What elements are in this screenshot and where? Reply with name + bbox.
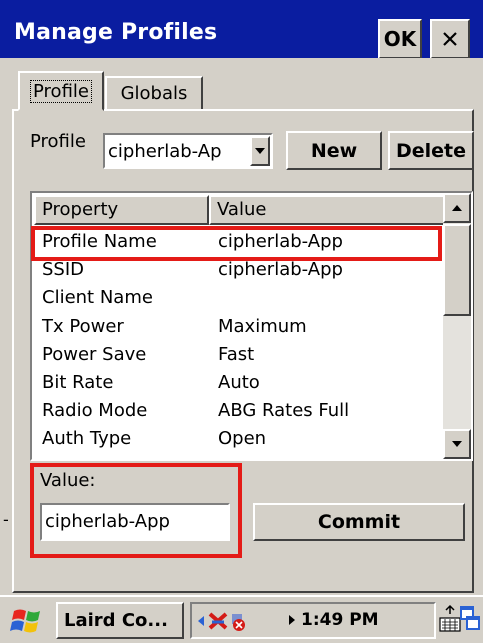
column-header-value[interactable]: Value <box>209 195 445 225</box>
profile-dropdown[interactable]: cipherlab-Ap <box>103 133 273 169</box>
highlight-box-profile-name <box>31 226 442 261</box>
new-button[interactable]: New <box>286 131 382 170</box>
profile-dropdown-value: cipherlab-Ap <box>108 141 222 162</box>
highlight-box-value <box>30 463 242 558</box>
row-value: cipherlab-App <box>218 259 343 280</box>
system-tray: 1:49 PM <box>190 602 436 639</box>
ok-button[interactable]: OK <box>378 19 422 59</box>
taskbar: Laird Co... 1:49 PM <box>0 595 483 643</box>
row-property: Power Save <box>42 344 147 365</box>
row-value: Fast <box>218 344 255 365</box>
row-value: Open <box>218 428 267 449</box>
dropdown-arrow-button[interactable] <box>250 136 270 166</box>
close-icon <box>443 32 457 46</box>
row-property: Bit Rate <box>42 372 114 393</box>
row-property: Client Name <box>42 287 153 308</box>
row-property: Tx Power <box>42 316 124 337</box>
clock: 1:49 PM <box>301 610 379 630</box>
chevron-down-icon <box>452 441 462 447</box>
scroll-up-button[interactable] <box>443 193 471 223</box>
dash-mark: - <box>3 510 9 529</box>
close-button[interactable] <box>430 19 470 59</box>
row-property: SSID <box>42 259 85 280</box>
window-title: Manage Profiles <box>14 20 218 45</box>
network-icon <box>198 612 245 631</box>
tab-profile[interactable]: Profile <box>18 71 104 111</box>
scroll-down-button[interactable] <box>443 429 471 459</box>
row-property: Auth Type <box>42 428 132 449</box>
tab-profile-label: Profile <box>30 79 92 103</box>
row-value: Auto <box>218 372 260 393</box>
start-button[interactable] <box>8 603 46 639</box>
desktop-windows-icon[interactable] <box>459 604 481 634</box>
chevron-down-icon <box>255 148 265 154</box>
tab-globals[interactable]: Globals <box>105 76 203 111</box>
tab-globals-label: Globals <box>120 83 188 104</box>
chevron-up-icon <box>452 205 462 211</box>
row-value: Maximum <box>218 316 307 337</box>
delete-button[interactable]: Delete <box>388 131 474 170</box>
arrow-right-icon <box>289 615 295 625</box>
commit-button[interactable]: Commit <box>253 503 465 541</box>
row-property: Radio Mode <box>42 400 148 421</box>
row-value: ABG Rates Full <box>218 400 350 421</box>
windows-flag-icon <box>10 609 40 633</box>
scrollbar-thumb[interactable] <box>443 224 471 316</box>
taskbar-app-button[interactable]: Laird Co... <box>56 602 184 639</box>
column-header-property[interactable]: Property <box>34 195 209 225</box>
profile-label: Profile <box>30 131 86 152</box>
